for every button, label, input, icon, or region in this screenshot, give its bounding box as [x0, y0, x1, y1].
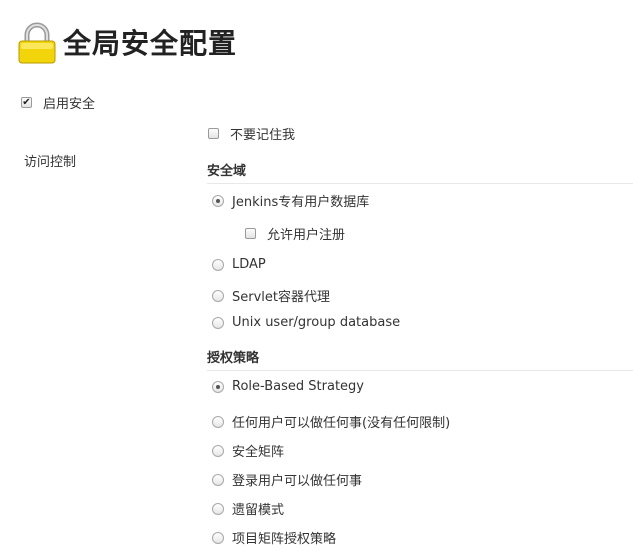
lock-icon [18, 22, 56, 64]
realm-ldap-radio[interactable] [212, 258, 224, 271]
security-realm-heading: 安全域 [207, 160, 633, 184]
access-control-label: 访问控制 [24, 155, 77, 170]
realm-unix-label: Unix user/group database [232, 315, 401, 330]
allow-signup-label: 允许用户注册 [267, 228, 346, 243]
authorization-heading: 授权策略 [207, 347, 633, 371]
auth-option-anyone[interactable]: 任何用户可以做任何事(没有任何限制) [212, 412, 450, 431]
enable-security-row[interactable]: 启用安全 [21, 93, 95, 112]
realm-option-unix[interactable]: Unix user/group database [212, 315, 400, 330]
realm-ldap-label: LDAP [232, 257, 266, 272]
realm-jenkins-label: Jenkins专有用户数据库 [232, 195, 370, 210]
realm-jenkins-radio[interactable] [212, 194, 224, 207]
auth-anyone-radio[interactable] [212, 415, 224, 428]
realm-servlet-radio[interactable] [212, 289, 224, 302]
auth-role-based-radio[interactable] [212, 380, 224, 393]
auth-option-project-matrix[interactable]: 项目矩阵授权策略 [212, 528, 336, 547]
auth-matrix-radio[interactable] [212, 444, 224, 457]
page-title: 全局安全配置 [63, 27, 238, 60]
auth-option-legacy[interactable]: 遗留模式 [212, 499, 284, 518]
allow-signup-checkbox[interactable] [245, 228, 256, 239]
dont-remember-me-row[interactable]: 不要记住我 [208, 124, 295, 143]
realm-option-servlet[interactable]: Servlet容器代理 [212, 286, 330, 305]
auth-anyone-label: 任何用户可以做任何事(没有任何限制) [232, 416, 451, 431]
dont-remember-me-label: 不要记住我 [230, 128, 296, 143]
auth-option-logged-in[interactable]: 登录用户可以做任何事 [212, 470, 362, 489]
auth-legacy-radio[interactable] [212, 502, 224, 515]
allow-signup-row[interactable]: 允许用户注册 [245, 224, 345, 243]
enable-security-label: 启用安全 [43, 97, 96, 112]
realm-option-jenkins[interactable]: Jenkins专有用户数据库 [212, 191, 369, 210]
auth-legacy-label: 遗留模式 [232, 503, 285, 518]
auth-project-matrix-radio[interactable] [212, 531, 224, 544]
dont-remember-me-checkbox[interactable] [208, 128, 219, 139]
enable-security-checkbox[interactable] [21, 97, 32, 108]
auth-logged-in-label: 登录用户可以做任何事 [232, 474, 363, 489]
realm-option-ldap[interactable]: LDAP [212, 257, 266, 272]
auth-logged-in-radio[interactable] [212, 473, 224, 486]
realm-unix-radio[interactable] [212, 316, 224, 329]
auth-option-role-based[interactable]: Role-Based Strategy [212, 379, 364, 394]
auth-option-matrix[interactable]: 安全矩阵 [212, 441, 284, 460]
auth-project-matrix-label: 项目矩阵授权策略 [232, 532, 337, 547]
auth-matrix-label: 安全矩阵 [232, 445, 285, 460]
realm-servlet-label: Servlet容器代理 [232, 290, 330, 305]
auth-role-based-label: Role-Based Strategy [232, 379, 364, 394]
